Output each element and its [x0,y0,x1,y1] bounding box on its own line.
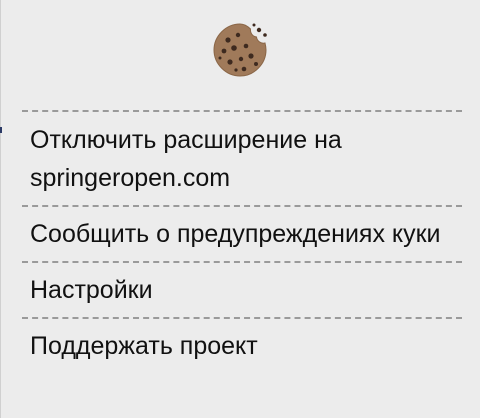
menu-item-settings[interactable]: Настройки [22,261,462,317]
menu-item-label: Поддержать проект [30,332,258,360]
extension-popup: Отключить расширение на springeropen.com… [22,0,462,418]
menu-item-report-cookie-warning[interactable]: Сообщить о предупреждениях куки [22,205,462,261]
edge-marker [0,127,2,133]
menu-item-label: Отключить расширение на springeropen.com [30,126,342,192]
menu-item-label: Сообщить о предупреждениях куки [30,220,441,248]
menu-item-support-project[interactable]: Поддержать проект [22,317,462,373]
popup-menu: Отключить расширение на springeropen.com… [22,110,462,373]
window-edge [0,0,1,418]
logo [208,18,272,82]
cookie-icon [213,23,267,77]
menu-item-disable-on-site[interactable]: Отключить расширение на springeropen.com [22,110,462,205]
menu-item-label: Настройки [30,276,153,304]
